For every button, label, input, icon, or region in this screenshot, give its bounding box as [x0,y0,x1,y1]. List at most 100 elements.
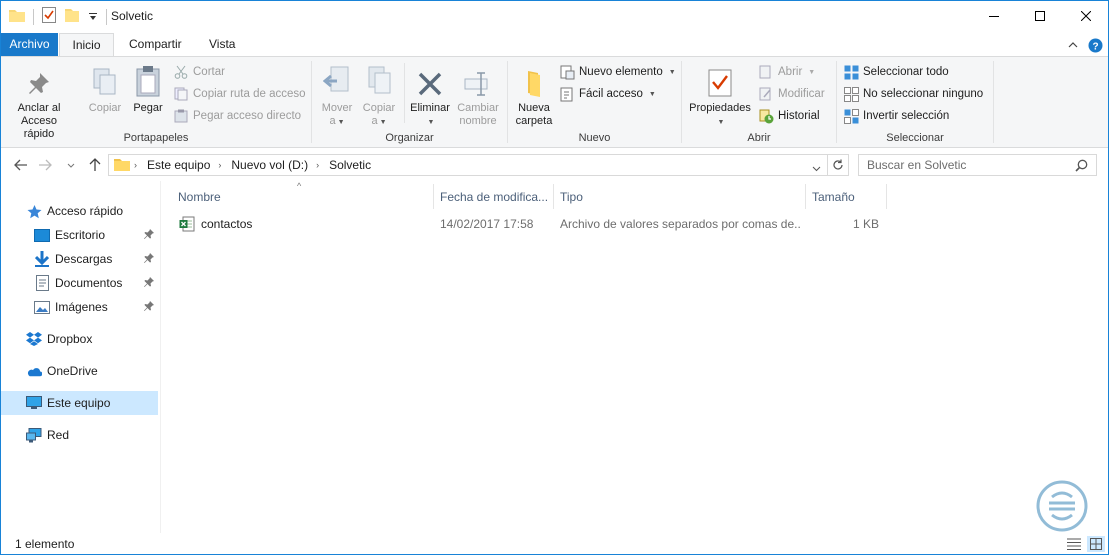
search-input[interactable] [867,158,1067,172]
nav-documents[interactable]: Documentos [1,271,158,295]
cut-button[interactable]: Cortar [173,62,225,82]
folder-icon [9,8,25,25]
copy-icon [93,68,116,95]
help-icon: ? [1088,38,1102,52]
close-button[interactable] [1063,1,1108,31]
column-header-size[interactable]: Tamaño [806,184,887,209]
svg-text:?: ? [1092,41,1098,52]
breadcrumb-drive-d[interactable]: Nuevo vol (D:) [231,158,308,172]
explorer-window: Solvetic Archivo Inicio Compartir Vista … [0,0,1109,555]
file-date: 14/02/2017 17:58 [440,217,534,231]
new-item-icon [560,65,574,79]
breadcrumb-this-pc[interactable]: Este equipo [147,158,210,172]
dropdown-caret-icon: ▼ [648,90,656,98]
help-button[interactable]: ? [1087,37,1103,53]
move-to-button[interactable]: Mover a ▼ [318,63,356,129]
nav-dropbox[interactable]: Dropbox [1,327,158,351]
group-select: Seleccionar todo No seleccionar ninguno … [837,57,993,147]
select-all-button[interactable]: Seleccionar todo [843,62,949,82]
new-item-button[interactable]: Nuevo elemento ▼ [559,62,676,82]
open-icon [759,65,771,79]
column-header-type[interactable]: Tipo [554,184,806,209]
recent-locations-button[interactable] [65,156,77,174]
copy-path-button[interactable]: Copiar ruta de acceso [173,84,306,104]
dropdown-caret-icon: ▼ [337,119,345,126]
copy-button[interactable]: Copiar [85,63,125,115]
select-all-icon [844,65,858,79]
tab-home[interactable]: Inicio [59,33,114,57]
tab-view[interactable]: Vista [199,33,245,56]
properties-button[interactable]: Propiedades ▼ [686,63,754,129]
search-icon[interactable] [1075,159,1088,175]
history-icon [759,109,773,123]
new-folder-button[interactable]: Nueva carpeta [512,63,556,128]
nav-downloads[interactable]: Descargas [1,247,158,271]
maximize-button[interactable] [1017,1,1063,31]
breadcrumb-separator-icon: › [316,160,320,170]
group-organize: Mover a ▼ Copiar a ▼ Eliminar ▼ Cambiar no… [312,57,507,147]
nav-pictures[interactable]: Imágenes [1,295,158,319]
chevron-up-icon [1068,42,1078,48]
arrow-left-icon [14,159,27,171]
download-arrow-icon [34,251,50,267]
item-count: 1 elemento [15,537,75,551]
arrow-right-icon [39,159,52,171]
nav-onedrive[interactable]: OneDrive [1,359,158,383]
forward-button[interactable] [36,156,54,174]
file-row[interactable]: contactos 14/02/2017 17:58 Archivo de va… [162,213,882,235]
open-button[interactable]: Abrir ▼ [758,62,815,82]
cloud-icon [26,363,42,379]
collapse-ribbon-button[interactable] [1065,37,1081,53]
pin-icon[interactable] [144,252,154,266]
easy-access-button[interactable]: Fácil acceso ▼ [559,84,656,104]
watermark-logo [1019,479,1105,553]
pin-icon[interactable] [144,228,154,242]
move-to-icon [323,66,349,92]
nav-this-pc[interactable]: Este equipo [1,391,158,415]
dropdown-caret-icon: ▼ [668,68,676,76]
title-bar: Solvetic [1,1,1108,32]
properties-qat-icon[interactable] [42,7,56,26]
dropbox-icon [26,331,42,347]
pin-icon[interactable] [144,276,154,290]
nav-network[interactable]: Red [1,423,158,447]
pin-icon[interactable] [144,300,154,314]
new-folder-qat-icon[interactable] [64,7,80,26]
ribbon-tabs: Archivo Inicio Compartir Vista ? [1,33,1108,57]
refresh-button[interactable] [827,154,849,176]
rename-button[interactable]: Cambiar nombre [454,63,502,128]
copy-to-button[interactable]: Copiar a ▼ [360,63,398,129]
customize-qat-icon[interactable] [88,10,98,24]
minimize-button[interactable] [971,1,1017,31]
up-button[interactable] [86,156,104,174]
delete-button[interactable]: Eliminar ▼ [408,63,452,129]
pin-quick-access-button[interactable]: Anclar al Acceso rápido [7,63,71,141]
file-size: 1 KB [852,217,879,231]
search-box[interactable] [858,154,1097,176]
computer-icon [26,395,42,411]
tab-share[interactable]: Compartir [119,33,192,56]
tab-file[interactable]: Archivo [1,33,58,56]
group-label-organize: Organizar [385,132,434,144]
nav-desktop[interactable]: Escritorio [1,223,158,247]
file-name: contactos [201,217,253,231]
breadcrumb-solvetic[interactable]: Solvetic [329,158,371,172]
file-list: ^ Nombre Fecha de modifica... Tipo Tamañ… [162,181,1097,533]
group-label-open: Abrir [747,132,771,144]
edit-button[interactable]: Modificar [758,84,825,104]
history-button[interactable]: Historial [758,106,820,126]
scissors-icon [174,65,188,79]
back-button[interactable] [12,156,30,174]
star-icon [26,203,42,219]
status-bar: 1 elemento [1,533,1108,554]
select-none-button[interactable]: No seleccionar ninguno [843,84,983,104]
column-header-date[interactable]: Fecha de modifica... [434,184,554,209]
address-dropdown-icon[interactable] [812,161,821,175]
paste-shortcut-button[interactable]: Pegar acceso directo [173,106,301,126]
address-bar[interactable]: › Este equipo › Nuevo vol (D:) › Solveti… [108,154,828,176]
paste-button[interactable]: Pegar [129,63,167,115]
pin-icon [29,73,49,94]
invert-selection-button[interactable]: Invertir selección [843,106,949,126]
nav-quick-access[interactable]: Acceso rápido [1,199,158,223]
column-header-name[interactable]: Nombre [172,184,434,209]
